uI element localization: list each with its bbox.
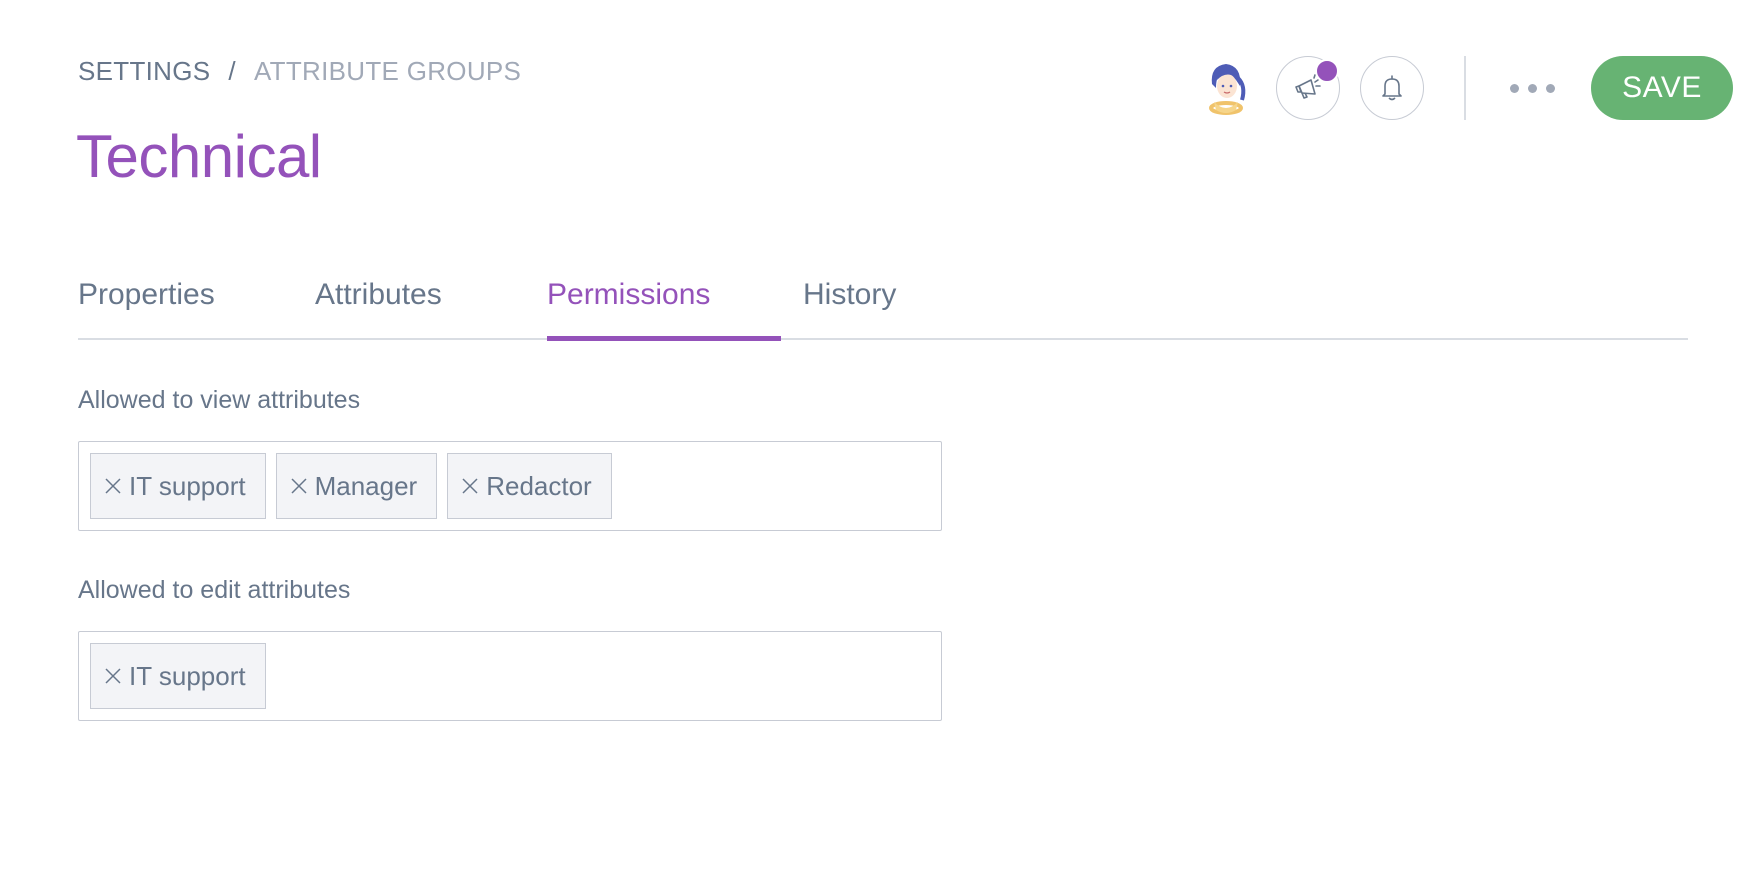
save-button[interactable]: SAVE <box>1591 56 1733 120</box>
tag-label: Redactor <box>486 470 592 501</box>
tag-label: IT support <box>129 470 246 501</box>
notifications-button[interactable] <box>1360 56 1424 120</box>
edit-permissions-label: Allowed to edit attributes <box>78 576 351 604</box>
tag-chip: Redactor <box>447 453 612 519</box>
close-icon[interactable] <box>289 476 309 496</box>
tab-properties[interactable]: Properties <box>78 278 215 340</box>
active-tab-indicator <box>547 336 781 341</box>
breadcrumb-attribute-groups-link[interactable]: ATTRIBUTE GROUPS <box>254 56 521 87</box>
breadcrumb: SETTINGS / ATTRIBUTE GROUPS <box>78 56 521 87</box>
tab-bar: Properties Attributes Permissions Histor… <box>78 270 1688 341</box>
page-title: Technical <box>76 123 322 190</box>
tag-chip: IT support <box>90 453 266 519</box>
breadcrumb-separator: / <box>228 56 236 86</box>
edit-permissions-input[interactable]: IT support <box>78 631 942 721</box>
tag-chip: IT support <box>90 643 266 709</box>
tag-label: Manager <box>314 470 418 501</box>
ellipsis-icon <box>1510 83 1519 93</box>
tab-attributes[interactable]: Attributes <box>315 278 442 340</box>
tag-label: IT support <box>129 660 246 691</box>
tag-chip: Manager <box>275 453 438 519</box>
view-permissions-label: Allowed to view attributes <box>78 386 361 414</box>
bell-icon <box>1382 75 1402 101</box>
view-permissions-input[interactable]: IT support Manager Redactor <box>78 441 942 531</box>
notification-dot <box>1315 59 1339 83</box>
close-icon[interactable] <box>103 476 123 496</box>
close-icon[interactable] <box>103 666 123 686</box>
tab-history[interactable]: History <box>803 278 896 340</box>
header-actions: SAVE <box>1200 56 1740 120</box>
tab-permissions[interactable]: Permissions <box>547 278 710 340</box>
announcements-button[interactable] <box>1276 56 1340 120</box>
header-divider <box>1464 56 1466 120</box>
breadcrumb-settings-link[interactable]: SETTINGS <box>78 56 210 87</box>
user-avatar-icon[interactable] <box>1200 58 1252 118</box>
close-icon[interactable] <box>460 476 480 496</box>
more-options-button[interactable] <box>1504 78 1561 99</box>
